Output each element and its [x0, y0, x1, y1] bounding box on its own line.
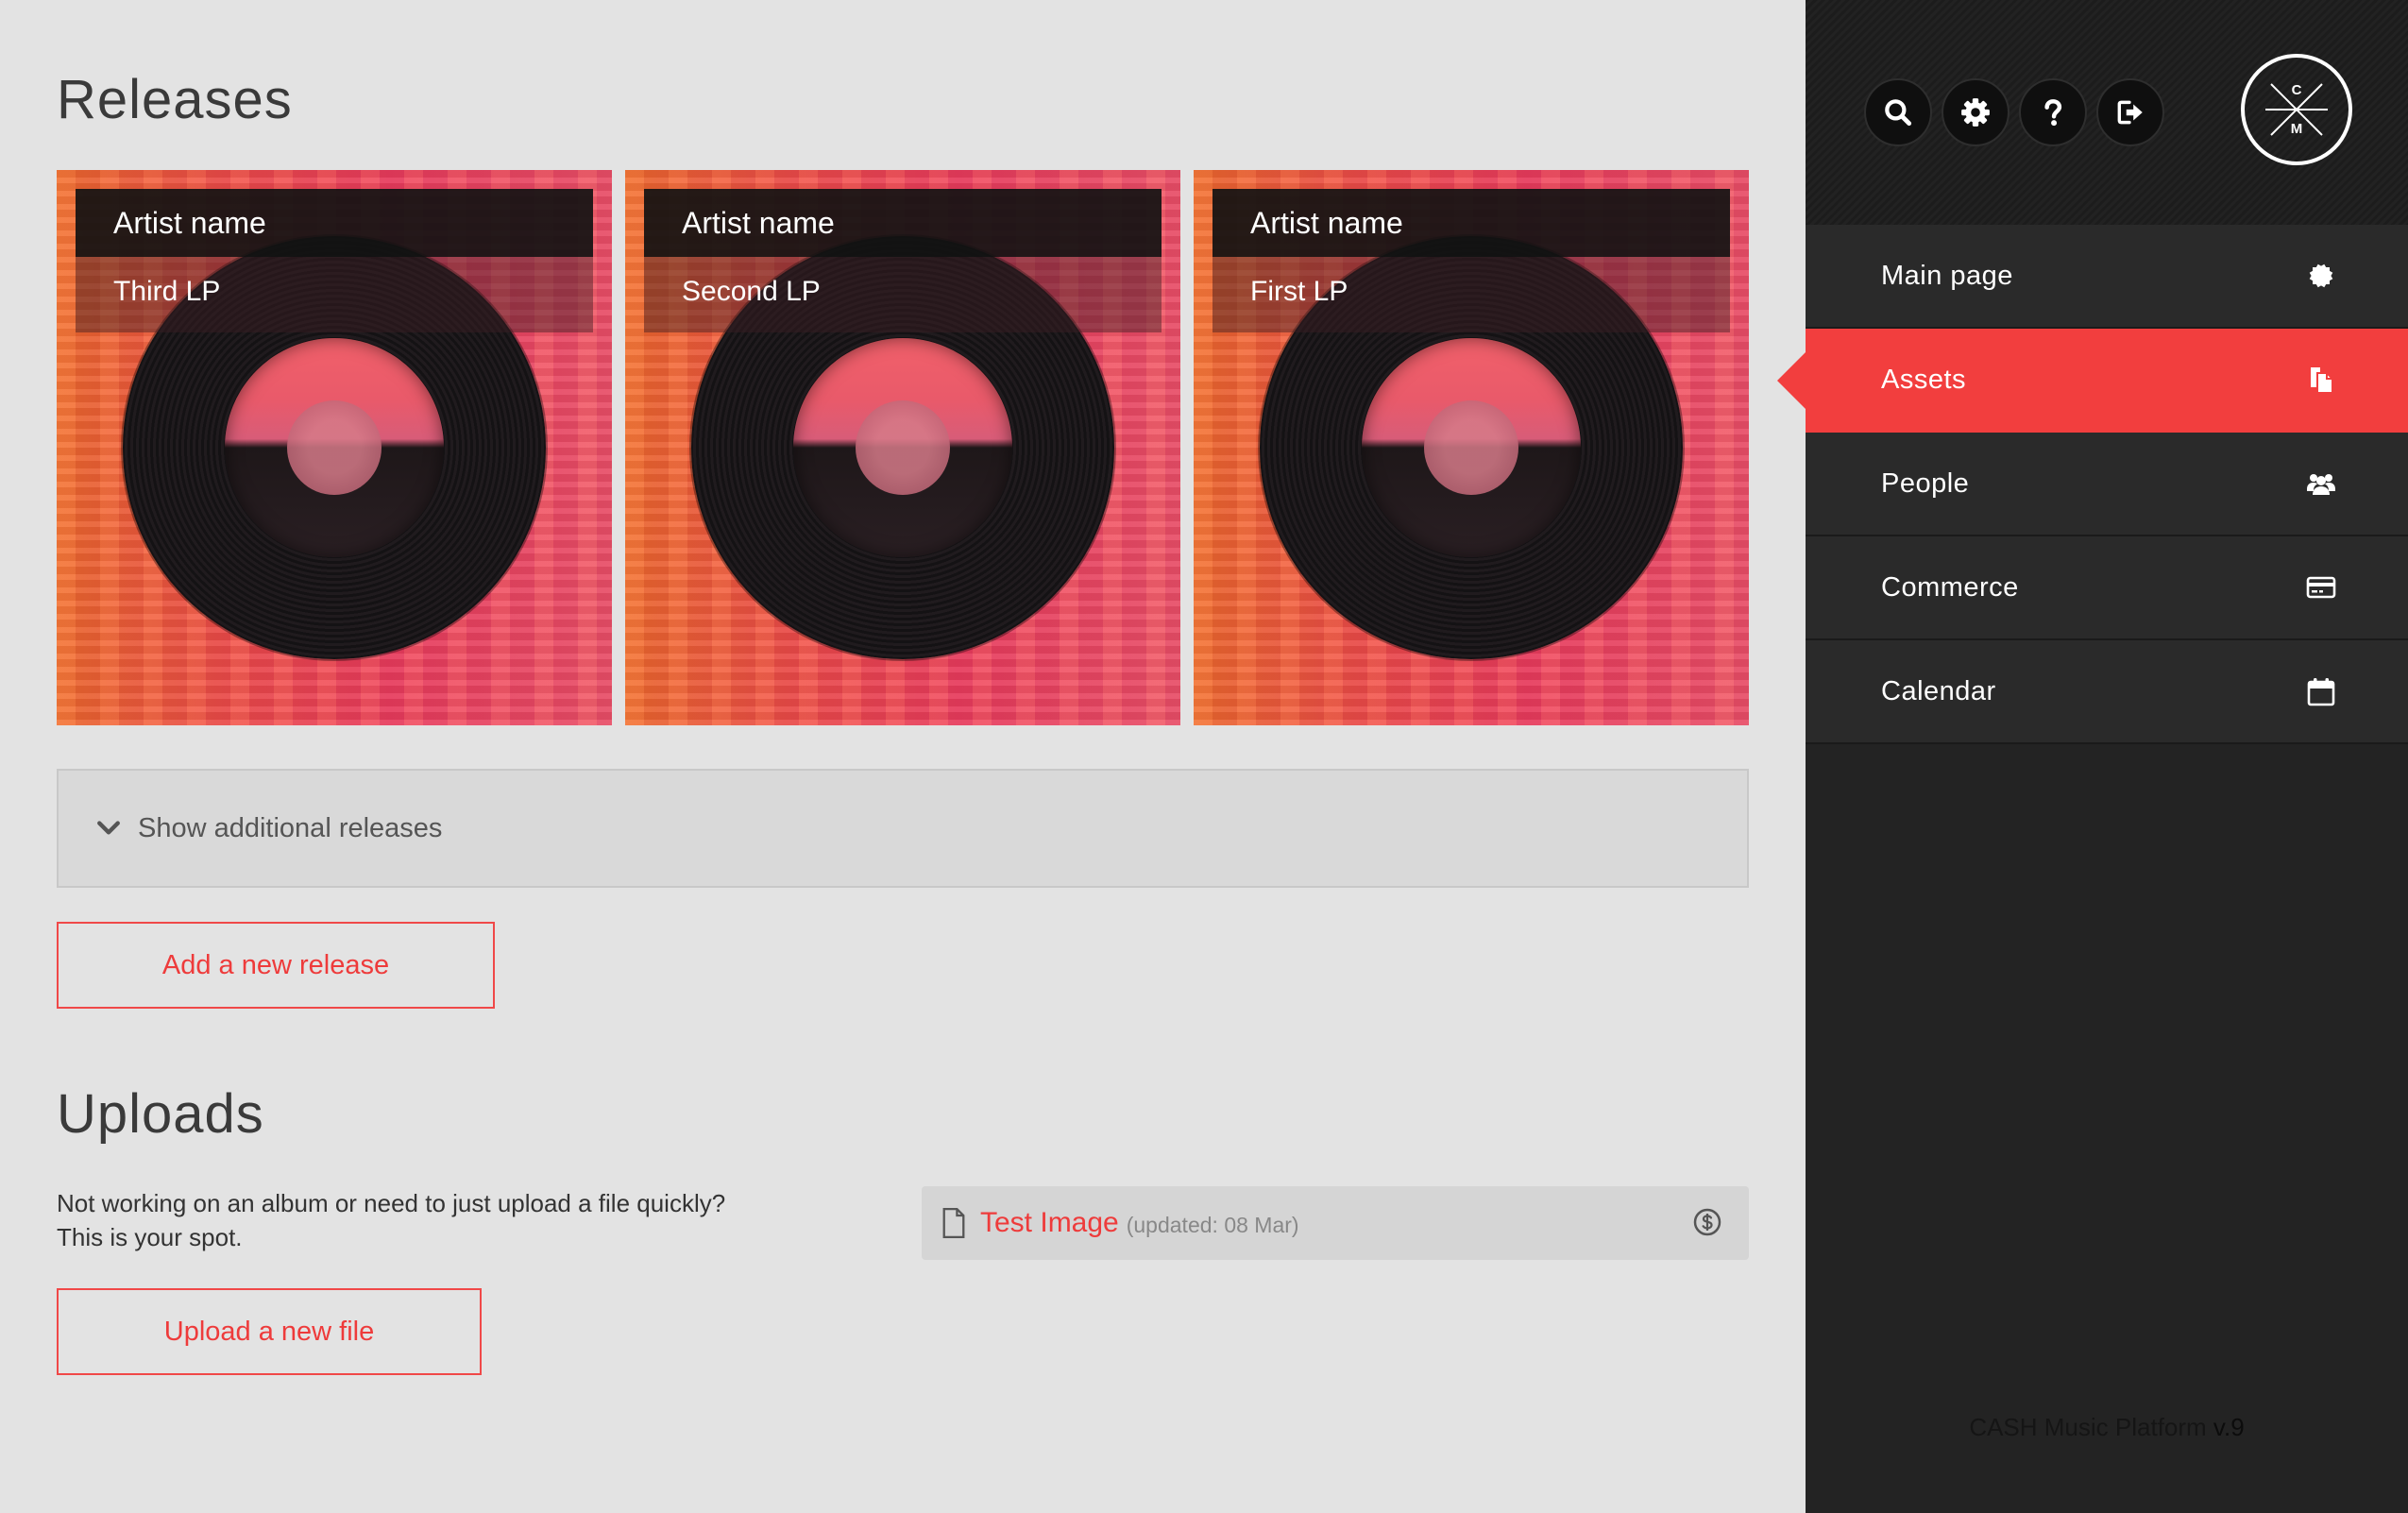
uploads-description-line: This is your spot.: [57, 1223, 243, 1251]
logout-icon: [2117, 100, 2143, 125]
release-info: Artist name First LP: [1212, 189, 1730, 332]
logo-text-bottom: M: [2291, 121, 2303, 137]
logo-mark: C M: [2265, 82, 2328, 137]
uploads-description: Not working on an album or need to just …: [57, 1186, 888, 1254]
release-artist: Artist name: [1212, 189, 1730, 257]
release-artist: Artist name: [644, 189, 1162, 257]
logo-text-top: C: [2292, 82, 2302, 98]
credit-card-icon: [2306, 576, 2336, 599]
settings-button[interactable]: [1942, 78, 2009, 146]
file-list-item: Test Image (updated: 08 Mar): [922, 1186, 1749, 1260]
sidebar: C M Main page Assets People Commerce Cal…: [1777, 0, 2408, 1513]
releases-title: Releases: [57, 69, 293, 130]
sidebar-item-label: Main page: [1881, 260, 2013, 291]
sidebar-nav: Main page Assets People Commerce Calenda…: [1777, 225, 2408, 744]
cash-music-logo[interactable]: C M: [2241, 54, 2352, 165]
sidebar-header: C M: [1806, 0, 2408, 225]
calendar-icon: [2307, 678, 2335, 706]
sidebar-item-label: Commerce: [1881, 571, 2019, 603]
sidebar-item-main-page[interactable]: Main page: [1806, 225, 2408, 329]
sidebar-item-label: People: [1881, 468, 1970, 499]
release-card-second-lp[interactable]: Artist name Second LP: [625, 170, 1180, 725]
release-info: Artist name Third LP: [76, 189, 593, 332]
dollar-icon[interactable]: [1692, 1207, 1722, 1237]
release-card-first-lp[interactable]: Artist name First LP: [1194, 170, 1749, 725]
people-icon: [2307, 474, 2335, 495]
main-content: Releases Artist name Third LP Artist nam…: [0, 0, 1806, 1513]
file-name-link[interactable]: Test Image: [980, 1207, 1119, 1239]
release-card-third-lp[interactable]: Artist name Third LP: [57, 170, 612, 725]
release-artist: Artist name: [76, 189, 593, 257]
sidebar-item-calendar[interactable]: Calendar: [1806, 640, 2408, 744]
upload-new-file-button[interactable]: Upload a new file: [57, 1288, 482, 1375]
search-icon: [1885, 99, 1912, 127]
logout-button[interactable]: [2096, 78, 2164, 146]
search-button[interactable]: [1864, 78, 1932, 146]
files-icon: [2311, 367, 2333, 394]
vinyl-center: [856, 400, 950, 495]
file-icon: [942, 1208, 965, 1238]
sidebar-item-commerce[interactable]: Commerce: [1806, 536, 2408, 640]
sidebar-item-assets[interactable]: Assets: [1777, 329, 2408, 433]
uploads-description-line: Not working on an album or need to just …: [57, 1189, 726, 1217]
add-new-release-button[interactable]: Add a new release: [57, 922, 495, 1009]
sidebar-item-people[interactable]: People: [1806, 433, 2408, 536]
releases-grid: Artist name Third LP Artist name Second …: [57, 170, 1749, 725]
release-info: Artist name Second LP: [644, 189, 1162, 332]
sidebar-item-label: Assets: [1881, 364, 1967, 395]
version-prefix: CASH Music Platform: [1969, 1413, 2213, 1441]
uploads-title: Uploads: [57, 1083, 264, 1145]
gear-icon: [1961, 98, 1990, 127]
release-title: Third LP: [76, 257, 593, 332]
release-title: Second LP: [644, 257, 1162, 332]
chevron-down-icon: [97, 821, 120, 835]
platform-version: CASH Music Platform v.9: [1806, 1413, 2408, 1442]
sidebar-item-label: Calendar: [1881, 675, 1996, 706]
file-updated-date: (updated: 08 Mar): [1126, 1212, 1299, 1237]
show-additional-releases-label: Show additional releases: [138, 812, 443, 843]
version-number: v.9: [2213, 1413, 2245, 1441]
vinyl-center: [1424, 400, 1518, 495]
help-icon: [2044, 99, 2062, 127]
vinyl-center: [287, 400, 382, 495]
badge-icon: [2309, 264, 2333, 288]
help-button[interactable]: [2019, 78, 2087, 146]
release-title: First LP: [1212, 257, 1730, 332]
show-additional-releases-toggle[interactable]: Show additional releases: [57, 769, 1749, 888]
